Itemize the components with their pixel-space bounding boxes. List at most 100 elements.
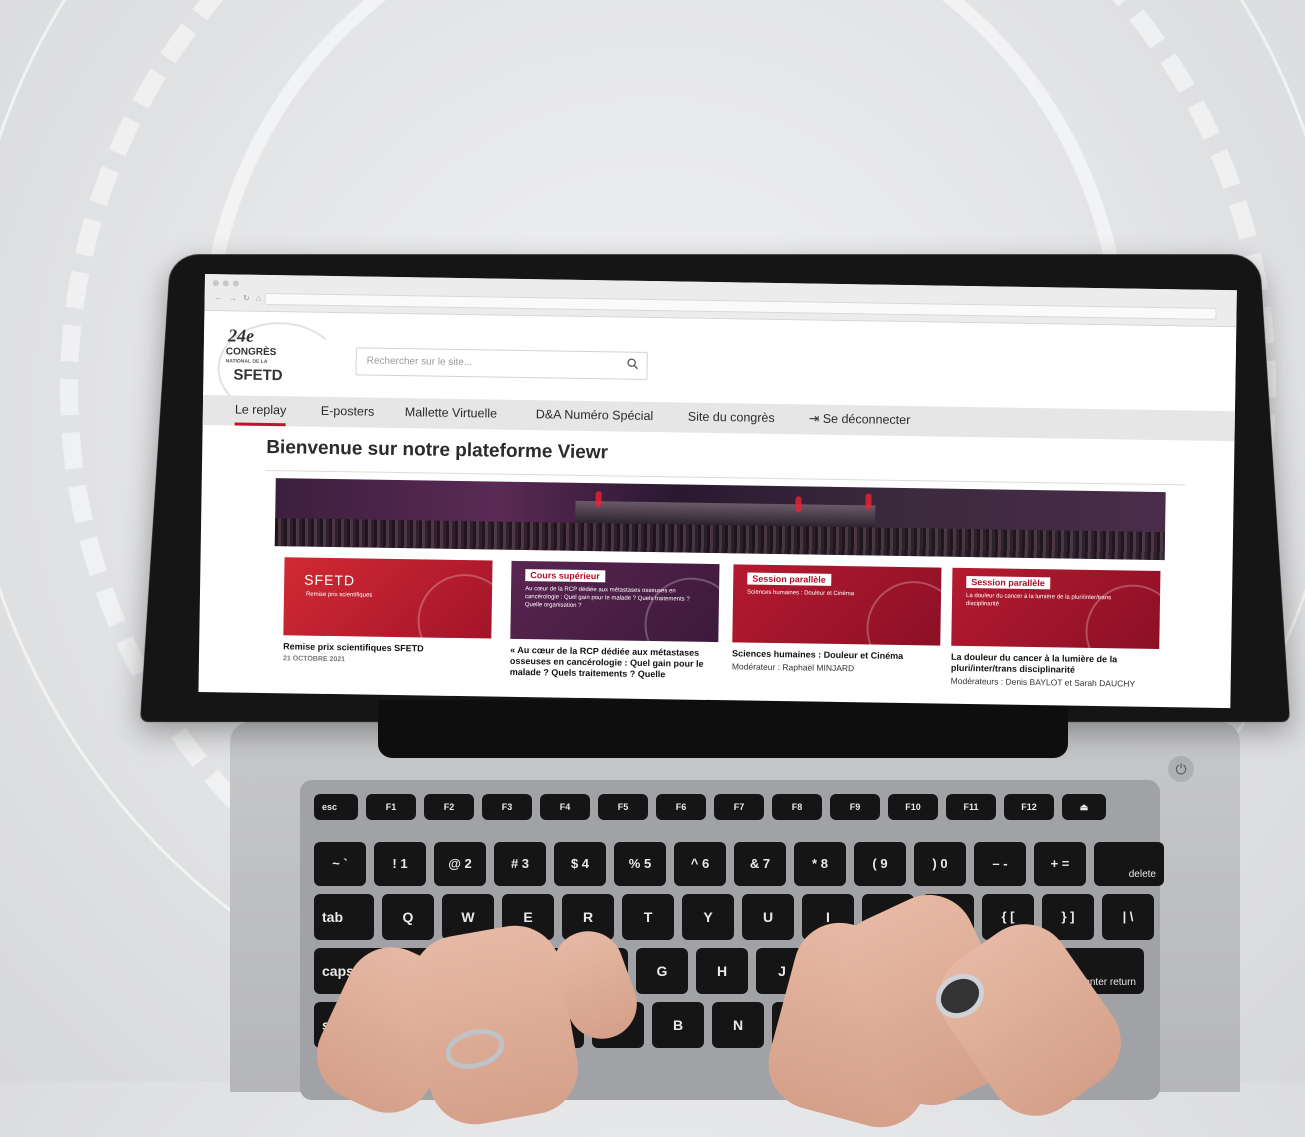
congress-logo[interactable]: 24e CONGRÈS NATIONAL DE LA SFETD (216, 321, 343, 418)
site-header: 24e CONGRÈS NATIONAL DE LA SFETD (203, 310, 1237, 418)
key-4[interactable]: $ 4 (554, 842, 606, 886)
key-2[interactable]: @ 2 (434, 842, 486, 886)
key-label: F5 (617, 802, 629, 812)
key-label: ⏏ (1079, 801, 1089, 812)
page-title: Bienvenue sur notre plateforme Viewr (266, 436, 609, 464)
key-[interactable]: ⏏ (1062, 794, 1106, 820)
key-label: J (778, 963, 786, 979)
card-title[interactable]: La douleur du cancer à la lumière de la … (951, 652, 1159, 677)
key-3[interactable]: # 3 (494, 842, 546, 886)
card-thumb-desc: Remise prix scientifiques (305, 591, 373, 599)
nav-item-da-special[interactable]: D&A Numéro Spécial (536, 400, 654, 432)
key-label: esc (322, 802, 338, 812)
card-thumbnail[interactable]: Cours supérieur Au cœur de la RCP dédiée… (510, 560, 720, 643)
nav-item-mallette[interactable]: Mallette Virtuelle (405, 398, 498, 429)
key-y[interactable]: Y (682, 894, 734, 940)
key-f9[interactable]: F9 (830, 794, 880, 820)
key-label: & 7 (749, 856, 771, 871)
key-u[interactable]: U (742, 894, 794, 940)
card-title[interactable]: « Au cœur de la RCP dédiée aux métastase… (510, 645, 718, 681)
replay-card[interactable]: Session parallèle Sciences humaines : Do… (732, 564, 942, 674)
key-[interactable]: ~ ` (314, 842, 366, 886)
power-button[interactable]: ⏻ (1168, 756, 1194, 782)
key-label: N (732, 1017, 744, 1033)
key-0[interactable]: ) 0 (914, 842, 966, 886)
key-label: + = (1050, 856, 1070, 871)
replay-card[interactable]: SFETD Remise prix scientifiques Remise p… (283, 557, 493, 665)
key-9[interactable]: ( 9 (854, 842, 906, 886)
nav-item-site-congres[interactable]: Site du congrès (688, 403, 775, 434)
key-f3[interactable]: F3 (482, 794, 532, 820)
key-tab[interactable]: tab (314, 894, 374, 940)
sfetd-logo: SFETD (304, 571, 356, 589)
key-f5[interactable]: F5 (598, 794, 648, 820)
key-f7[interactable]: F7 (714, 794, 764, 820)
key-1[interactable]: ! 1 (374, 842, 426, 886)
key-[interactable]: + = (1034, 842, 1086, 886)
key-label: F4 (559, 802, 571, 812)
key-6[interactable]: ^ 6 (674, 842, 726, 886)
window-dot[interactable] (222, 280, 229, 287)
key-f1[interactable]: F1 (366, 794, 416, 820)
replay-card[interactable]: Session parallèle La douleur du cancer à… (950, 567, 1161, 689)
card-moderator: Modérateurs : Denis BAYLOT et Sarah DAUC… (950, 675, 1136, 689)
key-label: ~ ` (332, 856, 348, 871)
key-f2[interactable]: F2 (424, 794, 474, 820)
key-label: Y (703, 909, 713, 925)
thumb-decor (416, 573, 493, 639)
key-esc[interactable]: esc (314, 794, 358, 820)
key-label: F12 (1021, 802, 1037, 812)
key-label: G (656, 963, 668, 979)
key-t[interactable]: T (622, 894, 674, 940)
key-f10[interactable]: F10 (888, 794, 938, 820)
browser-nav-icons[interactable]: ← → ↻ ⌂ (215, 293, 263, 303)
key-q[interactable]: Q (382, 894, 434, 940)
key-label: F7 (733, 802, 745, 812)
replay-card[interactable]: Cours supérieur Au cœur de la RCP dédiée… (510, 560, 720, 681)
window-dot[interactable] (212, 280, 219, 287)
key-h[interactable]: H (696, 948, 748, 994)
nav-item-logout[interactable]: ⇥ Se déconnecter (809, 405, 911, 437)
key-label: tab (322, 909, 343, 925)
key-delete[interactable]: delete (1094, 842, 1164, 886)
card-date: 21 OCTOBRE 2021 (282, 655, 346, 664)
key-f6[interactable]: F6 (656, 794, 706, 820)
banner-light (865, 493, 872, 510)
key-5[interactable]: % 5 (614, 842, 666, 886)
key-[interactable]: | \ (1102, 894, 1154, 940)
key-n[interactable]: N (712, 1002, 764, 1048)
key-label: F2 (443, 802, 455, 812)
search-icon[interactable] (627, 358, 639, 370)
card-title[interactable]: Sciences humaines : Douleur et Cinéma (732, 648, 940, 662)
key-f4[interactable]: F4 (540, 794, 590, 820)
key-label: ^ 6 (690, 856, 710, 871)
key-label: | \ (1122, 909, 1134, 924)
key-label: * 8 (812, 856, 828, 871)
key-label: U (762, 909, 774, 925)
card-badge: Session parallèle (747, 572, 831, 586)
key-g[interactable]: G (636, 948, 688, 994)
window-dot[interactable] (232, 280, 239, 287)
card-thumbnail[interactable]: SFETD Remise prix scientifiques (283, 557, 493, 639)
key-b[interactable]: B (652, 1002, 704, 1048)
card-title[interactable]: Remise prix scientifiques SFETD (283, 641, 491, 655)
key-[interactable]: – - (974, 842, 1026, 886)
search-input[interactable] (356, 348, 617, 377)
card-thumbnail[interactable]: Session parallèle Sciences humaines : Do… (732, 564, 942, 646)
nav-item-eposters[interactable]: E-posters (321, 397, 375, 428)
key-label: ! 1 (392, 856, 408, 871)
key-7[interactable]: & 7 (734, 842, 786, 886)
key-label: F6 (675, 802, 687, 812)
card-moderator: Modérateur : Raphaël MINJARD (731, 661, 855, 674)
key-8[interactable]: * 8 (794, 842, 846, 886)
key-f11[interactable]: F11 (946, 794, 996, 820)
key-label: F11 (963, 802, 979, 812)
key-f12[interactable]: F12 (1004, 794, 1054, 820)
key-label: W (461, 909, 475, 925)
card-badge: Cours supérieur (525, 569, 605, 583)
card-thumbnail[interactable]: Session parallèle La douleur du cancer à… (951, 567, 1161, 650)
key-label: F10 (905, 802, 921, 812)
nav-item-replay[interactable]: Le replay (234, 395, 287, 427)
key-f8[interactable]: F8 (772, 794, 822, 820)
laptop-screen: ← → ↻ ⌂ 24e CONGRÈS NATIONAL DE LA SFETD… (198, 274, 1237, 709)
